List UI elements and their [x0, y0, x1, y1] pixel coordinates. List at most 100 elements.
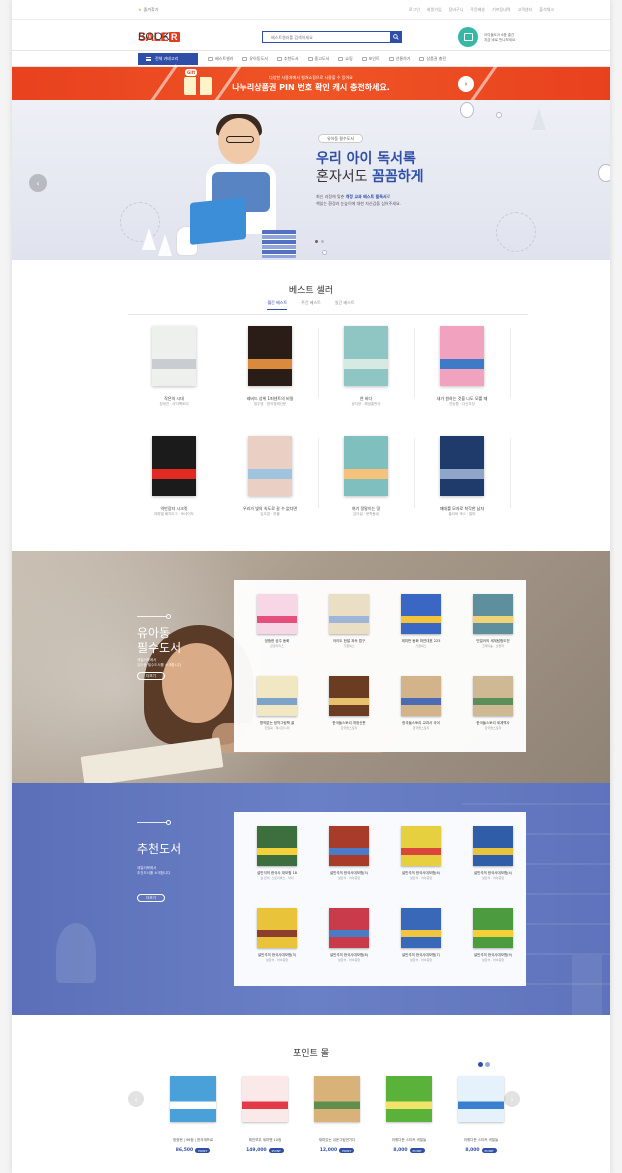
- bestseller-title: 베스트 셀러: [288, 286, 334, 296]
- book-card[interactable]: 명작없는 정막그림책 골 한일북 · 제시판시리: [242, 676, 312, 734]
- book-cover[interactable]: [344, 436, 388, 496]
- book-card[interactable]: 억만장자 시크릿 라파엘 배지아그 · 토네이도: [126, 436, 222, 522]
- app-ad-icon[interactable]: [458, 27, 478, 47]
- nav-item[interactable]: 쇼핑: [338, 56, 353, 62]
- promo-banner[interactable]: Gift 다양한 사용처에서 컬쳐쇼핑으로 사용할 수 있어요 나누리상품권 P…: [12, 64, 610, 104]
- nav-item[interactable]: 선물하기: [388, 56, 410, 62]
- book-cover[interactable]: [329, 908, 369, 948]
- book-card[interactable]: 한국들스토리 개정신판 한국들스토리: [314, 676, 384, 734]
- book-card[interactable]: 재미판 동화 마연대표 225 가꿈북스: [386, 594, 456, 652]
- pagination-dot[interactable]: [315, 240, 318, 243]
- product-image[interactable]: [170, 1076, 216, 1122]
- book-cover[interactable]: [152, 326, 196, 386]
- pointmall-prev-button[interactable]: ‹: [128, 1091, 144, 1107]
- nav-item[interactable]: 중고도서: [307, 56, 329, 62]
- product-title[interactable]: 어휘다운 스티커 색칠놀: [446, 1138, 516, 1143]
- top-link[interactable]: 회원가입: [427, 7, 442, 13]
- book-cover[interactable]: [329, 826, 369, 866]
- product-title[interactable]: 정정현 | 96점 | 한국계프로: [158, 1138, 228, 1143]
- book-cover[interactable]: [401, 908, 441, 948]
- book-card[interactable]: 레버드 상위 1퍼센트의 비밀 정주영 · 한국경제신문: [222, 326, 318, 412]
- pointmall-item[interactable]: 레인보우 세미펜 10점 149,000 POINT: [234, 1076, 296, 1156]
- top-link[interactable]: 기프팅내역: [492, 7, 510, 13]
- book-card[interactable]: 엉뚱한 공주 동화 큰곰자리스: [242, 594, 312, 652]
- book-cover[interactable]: [473, 826, 513, 866]
- nav-item[interactable]: 유아동도서: [242, 56, 268, 62]
- book-cover[interactable]: [329, 676, 369, 716]
- pointmall-item[interactable]: 재미있는 쉬운그림연기다 12,000 POINT: [306, 1076, 368, 1156]
- nav-item[interactable]: 베스트셀러: [208, 56, 233, 62]
- top-link[interactable]: 장바구니: [449, 7, 464, 13]
- logo[interactable]: SALE R BOOK: [138, 30, 181, 44]
- book-card[interactable]: 설민석의 한국사대모험(4) 설민석 · 아이휴먼: [458, 826, 528, 884]
- search-input[interactable]: [263, 32, 390, 42]
- book-card[interactable]: 설민석의 한국사대모험(6) 설민석 · 아이휴먼: [386, 826, 456, 884]
- nav-item[interactable]: 상품권 충전: [419, 56, 446, 62]
- product-title[interactable]: 어휘다운 스티커 색칠놀: [374, 1138, 444, 1143]
- book-card[interactable]: 설민석의 한국사 대모험 18 설 민석, 스토리박스 · 아이: [242, 826, 312, 884]
- search-button[interactable]: [390, 32, 401, 42]
- product-image[interactable]: [386, 1076, 432, 1122]
- book-cover[interactable]: [440, 326, 484, 386]
- divider: [318, 328, 319, 398]
- book-card[interactable]: 한국들스토리 세계역사 한국들스토리: [458, 676, 528, 734]
- book-cover[interactable]: [344, 326, 388, 386]
- tab-bestseller[interactable]: 주간 베스트: [301, 300, 321, 310]
- book-cover[interactable]: [152, 436, 196, 496]
- book-card[interactable]: 작은의 시대 정세진 · 라이팩토리: [126, 326, 222, 412]
- chevron-right-icon[interactable]: ›: [458, 76, 474, 92]
- book-cover[interactable]: [473, 676, 513, 716]
- book-cover[interactable]: [257, 594, 297, 634]
- hero-prev-button[interactable]: ‹: [29, 174, 47, 192]
- kids-more-button[interactable]: 더보기: [137, 672, 165, 680]
- book-card[interactable]: 설민석의 한국사대모험(7) 설민석 · 아이휴먼: [386, 908, 456, 966]
- pointmall-item[interactable]: 정정현 | 96점 | 한국계프로 86,500 POINT: [162, 1076, 224, 1156]
- pointmall-item[interactable]: 어휘다운 스티커 색칠놀 8,000 POINT: [450, 1076, 512, 1156]
- book-cover[interactable]: [248, 436, 292, 496]
- book-card[interactable]: 아이도 한발 과속 법구 가꿈북스: [314, 594, 384, 652]
- book-card[interactable]: 설민석의 한국사대모험(8) 설민석 · 아이휴먼: [314, 908, 384, 966]
- book-card[interactable]: 여기 정말이는 땅 김이설 · 문학동네: [318, 436, 414, 522]
- favorite-link[interactable]: ★ 즐겨찾기: [138, 7, 158, 13]
- product-image[interactable]: [458, 1076, 504, 1122]
- book-card[interactable]: 설민석의 한국사대모험(9) 설민석 · 아이휴먼: [458, 908, 528, 966]
- nav-item[interactable]: 포인트: [361, 56, 380, 62]
- product-title[interactable]: 레인보우 세미펜 10점: [230, 1138, 300, 1143]
- book-cover[interactable]: [257, 908, 297, 948]
- book-cover[interactable]: [401, 676, 441, 716]
- book-card[interactable]: 설민석의 한국사대모험(3) 설민석 · 아이휴먼: [242, 908, 312, 966]
- book-cover[interactable]: [257, 676, 297, 716]
- top-link[interactable]: 로그인: [409, 7, 420, 13]
- top-link[interactable]: 고객센터: [518, 7, 533, 13]
- book-cover[interactable]: [440, 436, 484, 496]
- tab-bestseller[interactable]: 월간 베스트: [267, 300, 288, 310]
- product-title[interactable]: 재미있는 쉬운그림연기다: [302, 1138, 372, 1143]
- top-link[interactable]: 출석체크: [539, 7, 554, 13]
- nav-item[interactable]: 추천도서: [276, 56, 299, 62]
- book-card[interactable]: 빈일어의 세계탐험도전 크레마숲 · 초들러: [458, 594, 528, 652]
- top-link[interactable]: 주문배송: [470, 7, 485, 13]
- book-cover[interactable]: [248, 326, 292, 386]
- pagination-dot[interactable]: [478, 1062, 483, 1067]
- product-image[interactable]: [242, 1076, 288, 1122]
- pagination-dot[interactable]: [485, 1062, 490, 1067]
- tab-bestseller[interactable]: 일간 베스트: [335, 300, 355, 310]
- book-cover[interactable]: [473, 594, 513, 634]
- book-card[interactable]: 연 바다 공지영 · 해냄출판사: [318, 326, 414, 412]
- product-image[interactable]: [314, 1076, 360, 1122]
- book-card[interactable]: 매대를 모자로 착각한 남자 올리버 색스 · 알마: [414, 436, 510, 522]
- recommend-more-button[interactable]: 더보기: [137, 894, 165, 902]
- book-card[interactable]: 우리가 빛의 속도로 갈 수 없다면 김초엽 · 허블: [222, 436, 318, 522]
- all-categories-button[interactable]: 전체 카테고리: [138, 53, 198, 65]
- book-cover[interactable]: [257, 826, 297, 866]
- book-card[interactable]: 내가 원하는 것을 나도 모를 때 전승환 · 다산초당: [414, 326, 510, 412]
- book-card[interactable]: 한국들스토리 교과서 국어 한국들스토리: [386, 676, 456, 734]
- pointmall-item[interactable]: 어휘다운 스티커 색칠놀 8,000 POINT: [378, 1076, 440, 1156]
- app-ad-text[interactable]: 아이들도서 6종 출간 지금 바로 만나보세요: [484, 33, 515, 42]
- book-cover[interactable]: [329, 594, 369, 634]
- book-card[interactable]: 설민석의 한국사대모험(5) 설민석 · 아이휴먼: [314, 826, 384, 884]
- book-cover[interactable]: [473, 908, 513, 948]
- book-cover[interactable]: [401, 594, 441, 634]
- pagination-dot[interactable]: [321, 240, 324, 243]
- book-cover[interactable]: [401, 826, 441, 866]
